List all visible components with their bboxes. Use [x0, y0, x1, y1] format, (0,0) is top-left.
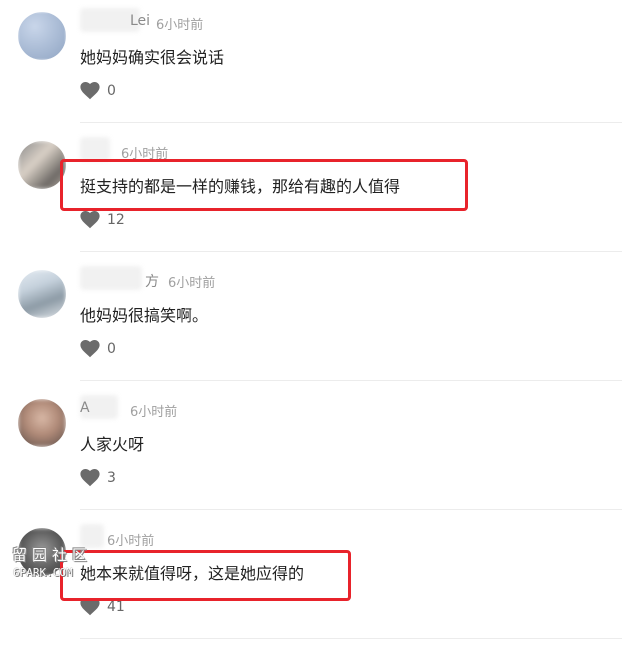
comment-time: 6小时前 [121, 147, 169, 162]
heart-icon [80, 598, 100, 616]
name-mask [80, 137, 110, 161]
like-count: 0 [107, 83, 116, 99]
comment-author[interactable]: 方 [145, 271, 159, 291]
comment-time: 6小时前 [130, 405, 178, 420]
like-count: 41 [107, 599, 125, 615]
comment-time: 6小时前 [107, 534, 155, 549]
like-button[interactable]: 3 [80, 468, 116, 488]
like-button[interactable]: 12 [80, 210, 125, 230]
like-button[interactable]: 41 [80, 597, 125, 617]
watermark-title: 留园社区 [12, 546, 93, 564]
divider [80, 509, 622, 510]
comment-item: A 6小时前 人家火呀 3 [0, 387, 622, 516]
comment-author[interactable]: A [80, 400, 90, 416]
avatar[interactable] [18, 399, 66, 447]
divider [80, 380, 622, 381]
like-button[interactable]: 0 [80, 81, 116, 101]
comment-item: 方 6小时前 他妈妈很搞笑啊。 0 [0, 258, 622, 387]
watermark-url: 6PARK.COM [13, 566, 73, 579]
avatar[interactable] [18, 270, 66, 318]
divider [80, 638, 622, 639]
comment-item: 6小时前 挺支持的都是一样的赚钱，那给有趣的人值得 12 [0, 129, 622, 258]
comment-item: Lei 6小时前 她妈妈确实很会说话 0 [0, 0, 622, 129]
divider [80, 122, 622, 123]
comment-time: 6小时前 [156, 18, 204, 33]
comment-text: 挺支持的都是一样的赚钱，那给有趣的人值得 [80, 177, 401, 196]
site-watermark: 留园社区 6PARK.COM [12, 544, 96, 582]
heart-icon [80, 211, 100, 229]
heart-icon [80, 469, 100, 487]
like-count: 12 [107, 212, 125, 228]
comment-text: 人家火呀 [80, 435, 145, 454]
comment-text: 她本来就值得呀，这是她应得的 [80, 564, 305, 583]
heart-icon [80, 82, 100, 100]
divider [80, 251, 622, 252]
avatar[interactable] [18, 141, 66, 189]
name-mask [80, 266, 142, 290]
like-button[interactable]: 0 [80, 339, 116, 359]
avatar[interactable] [18, 12, 66, 60]
comment-author[interactable]: Lei [130, 13, 150, 29]
like-count: 3 [107, 470, 116, 486]
like-count: 0 [107, 341, 116, 357]
comment-text: 她妈妈确实很会说话 [80, 48, 225, 67]
comment-text: 他妈妈很搞笑啊。 [80, 306, 209, 325]
heart-icon [80, 340, 100, 358]
comment-time: 6小时前 [168, 276, 216, 291]
